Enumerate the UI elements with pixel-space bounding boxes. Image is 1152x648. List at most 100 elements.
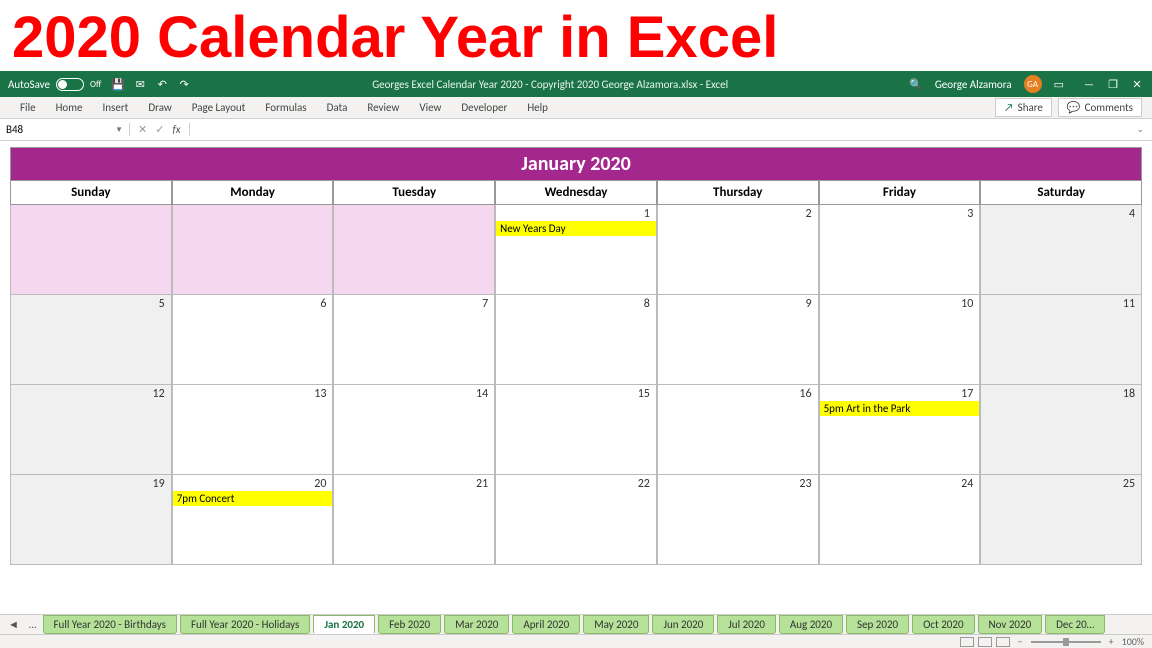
calendar-cell[interactable]: 25	[980, 475, 1142, 565]
cancel-formula-icon[interactable]: ✕	[138, 123, 147, 136]
sheet-tab[interactable]: Mar 2020	[444, 615, 509, 634]
autosave-state: Off	[90, 79, 101, 90]
sheet-tab[interactable]: Jul 2020	[717, 615, 776, 634]
calendar-cell[interactable]: 7	[333, 295, 495, 385]
tab-help[interactable]: Help	[517, 97, 558, 118]
tab-developer[interactable]: Developer	[451, 97, 517, 118]
sheet-tab[interactable]: Jun 2020	[652, 615, 714, 634]
sheet-tab[interactable]: Oct 2020	[912, 615, 974, 634]
avatar[interactable]: GA	[1024, 75, 1042, 93]
status-bar: − + 100%	[0, 634, 1152, 648]
day-number: 7	[482, 297, 488, 311]
calendar-event[interactable]: New Years Day	[496, 221, 656, 236]
day-number: 2	[806, 207, 812, 221]
calendar-event[interactable]: 5pm Art in the Park	[820, 401, 980, 416]
tab-scroll-left[interactable]: ◄	[4, 618, 23, 631]
calendar-cell[interactable]	[333, 205, 495, 295]
day-number: 4	[1129, 207, 1135, 221]
calendar-cell[interactable]: 9	[657, 295, 819, 385]
calendar-cell[interactable]: 16	[657, 385, 819, 475]
sheet-tab[interactable]: May 2020	[583, 615, 649, 634]
maximize-icon[interactable]: ❐	[1106, 78, 1120, 91]
calendar-cell[interactable]: 4	[980, 205, 1142, 295]
accept-formula-icon[interactable]: ✓	[155, 123, 164, 136]
calendar-cell[interactable]: 13	[172, 385, 334, 475]
calendar-cell[interactable]	[10, 205, 172, 295]
calendar-cell[interactable]: 6	[172, 295, 334, 385]
calendar-cell[interactable]: 5	[10, 295, 172, 385]
name-box[interactable]: B48 ▼	[0, 123, 130, 136]
tab-scroll-more[interactable]: …	[25, 618, 41, 631]
sheet-tab[interactable]: Dec 20…	[1045, 615, 1105, 634]
comments-button[interactable]: 💬Comments	[1058, 98, 1142, 117]
tab-data[interactable]: Data	[317, 97, 358, 118]
calendar-cell[interactable]: 24	[819, 475, 981, 565]
day-number: 8	[644, 297, 650, 311]
calendar-cell[interactable]: 10	[819, 295, 981, 385]
share-button[interactable]: ↗Share	[995, 98, 1052, 117]
sheet-tab[interactable]: Full Year 2020 - Holidays	[180, 615, 310, 634]
calendar-cell[interactable]: 11	[980, 295, 1142, 385]
calendar-event[interactable]: 7pm Concert	[173, 491, 333, 506]
email-icon[interactable]: ✉	[133, 78, 147, 91]
calendar-cell[interactable]: 3	[819, 205, 981, 295]
sheet-tab[interactable]: Full Year 2020 - Birthdays	[43, 615, 177, 634]
save-icon[interactable]: 💾	[111, 78, 125, 91]
sheet-tab[interactable]: Aug 2020	[779, 615, 843, 634]
name-box-value: B48	[6, 123, 23, 136]
view-break-icon[interactable]	[996, 637, 1010, 647]
search-icon[interactable]: 🔍	[909, 78, 923, 91]
calendar-cell[interactable]: 18	[980, 385, 1142, 475]
tab-view[interactable]: View	[409, 97, 451, 118]
calendar-cell[interactable]: 15	[495, 385, 657, 475]
calendar-cell[interactable]: 207pm Concert	[172, 475, 334, 565]
sheet-tab[interactable]: Feb 2020	[378, 615, 441, 634]
close-icon[interactable]: ✕	[1130, 78, 1144, 91]
formula-bar: B48 ▼ ✕ ✓ fx ⌄	[0, 119, 1152, 141]
day-number: 5	[159, 297, 165, 311]
calendar-cell[interactable]: 23	[657, 475, 819, 565]
share-icon: ↗	[1004, 101, 1014, 114]
autosave-toggle[interactable]: AutoSave Off	[8, 78, 101, 91]
tab-insert[interactable]: Insert	[93, 97, 139, 118]
tab-review[interactable]: Review	[357, 97, 409, 118]
tab-home[interactable]: Home	[46, 97, 93, 118]
calendar-cell[interactable]: 8	[495, 295, 657, 385]
zoom-level[interactable]: 100%	[1122, 635, 1144, 648]
calendar-cell[interactable]: 21	[333, 475, 495, 565]
day-header: Thursday	[657, 181, 819, 205]
page-banner: 2020 Calendar Year in Excel	[0, 0, 1152, 71]
calendar-cell[interactable]: 19	[10, 475, 172, 565]
day-header: Wednesday	[495, 181, 657, 205]
zoom-out-button[interactable]: −	[1018, 635, 1023, 648]
calendar-cell[interactable]	[172, 205, 334, 295]
tab-formulas[interactable]: Formulas	[255, 97, 316, 118]
zoom-in-button[interactable]: +	[1109, 635, 1114, 648]
sheet-tabs: ◄ … Full Year 2020 - BirthdaysFull Year …	[0, 614, 1152, 634]
sheet-tab[interactable]: Jan 2020	[313, 615, 375, 634]
redo-icon[interactable]: ↷	[177, 78, 191, 91]
sheet-tab[interactable]: Nov 2020	[978, 615, 1043, 634]
calendar-cell[interactable]: 2	[657, 205, 819, 295]
fx-icon[interactable]: fx	[172, 123, 180, 136]
view-page-icon[interactable]	[978, 637, 992, 647]
tab-page-layout[interactable]: Page Layout	[182, 97, 256, 118]
zoom-slider[interactable]	[1031, 641, 1101, 643]
tab-draw[interactable]: Draw	[138, 97, 181, 118]
ribbon-mode-icon[interactable]: ▭	[1054, 78, 1064, 91]
worksheet[interactable]: January 2020 SundayMondayTuesdayWednesda…	[0, 141, 1152, 565]
sheet-tab[interactable]: Sep 2020	[846, 615, 909, 634]
calendar-cell[interactable]: 12	[10, 385, 172, 475]
view-normal-icon[interactable]	[960, 637, 974, 647]
sheet-tab[interactable]: April 2020	[512, 615, 580, 634]
tab-file[interactable]: File	[10, 97, 46, 118]
calendar-cell[interactable]: 22	[495, 475, 657, 565]
calendar-cell[interactable]: 1New Years Day	[495, 205, 657, 295]
calendar-cell[interactable]: 175pm Art in the Park	[819, 385, 981, 475]
expand-formula-icon[interactable]: ⌄	[1128, 124, 1152, 135]
undo-icon[interactable]: ↶	[155, 78, 169, 91]
calendar-cell[interactable]: 14	[333, 385, 495, 475]
day-number: 1	[644, 207, 650, 221]
minimize-icon[interactable]: —	[1082, 78, 1096, 91]
ribbon-tabs: File Home Insert Draw Page Layout Formul…	[0, 97, 1152, 119]
